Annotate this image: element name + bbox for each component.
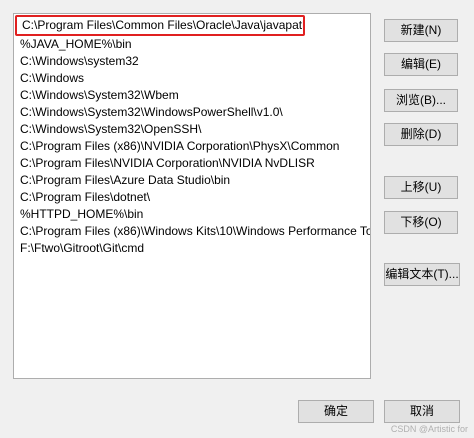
path-item[interactable]: C:\Windows\System32\WindowsPowerShell\v1… [14,104,370,121]
path-item[interactable]: C:\Program Files\NVIDIA Corporation\NVID… [14,155,370,172]
path-item[interactable]: C:\Windows\System32\Wbem [14,87,370,104]
move-up-button[interactable]: 上移(U) [384,176,458,199]
new-button[interactable]: 新建(N) [384,19,458,42]
path-item[interactable]: C:\Program Files (x86)\NVIDIA Corporatio… [14,138,370,155]
path-item[interactable]: C:\Program Files\dotnet\ [14,189,370,206]
delete-button[interactable]: 删除(D) [384,123,458,146]
browse-button[interactable]: 浏览(B)... [384,89,458,112]
path-item[interactable]: C:\Windows\system32 [14,53,370,70]
ok-button[interactable]: 确定 [298,400,374,423]
path-item[interactable]: C:\Windows\System32\OpenSSH\ [14,121,370,138]
path-item-selected[interactable]: C:\Program Files\Common Files\Oracle\Jav… [15,15,305,36]
move-down-button[interactable]: 下移(O) [384,211,458,234]
path-item[interactable]: C:\Windows [14,70,370,87]
edit-button[interactable]: 编辑(E) [384,53,458,76]
path-item[interactable]: C:\Program Files (x86)\Windows Kits\10\W… [14,223,370,240]
path-item[interactable]: %HTTPD_HOME%\bin [14,206,370,223]
path-item[interactable]: F:\Ftwo\Gitroot\Git\cmd [14,240,370,257]
path-item[interactable]: %JAVA_HOME%\bin [14,36,370,53]
watermark: CSDN @Artistic for [390,424,468,434]
path-list[interactable]: C:\Program Files\Common Files\Oracle\Jav… [13,13,371,379]
path-item[interactable]: C:\Program Files\Azure Data Studio\bin [14,172,370,189]
edit-text-button[interactable]: 编辑文本(T)... [384,263,460,286]
cancel-button[interactable]: 取消 [384,400,460,423]
